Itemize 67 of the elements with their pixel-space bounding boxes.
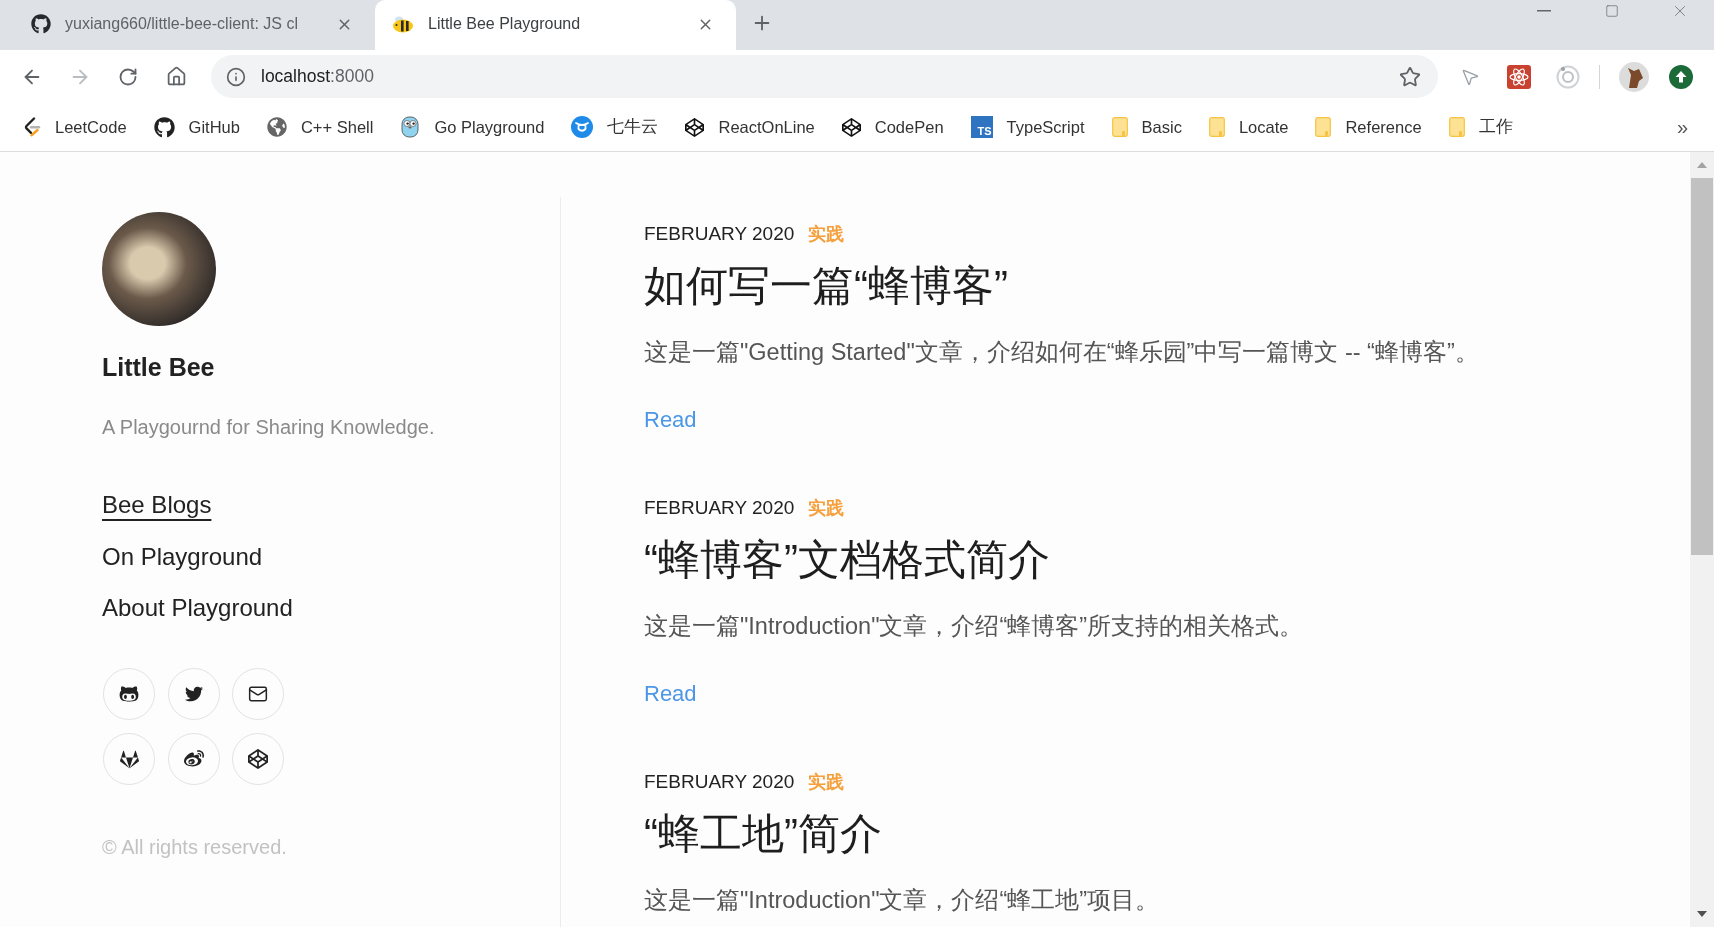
- post-date: FEBRUARY 2020: [644, 222, 795, 246]
- up-triangle-icon: [1697, 162, 1707, 168]
- url-text: localhost:8000: [261, 66, 374, 87]
- post-date: FEBRUARY 2020: [644, 496, 795, 520]
- gopher-icon: [400, 116, 421, 138]
- browser-tab[interactable]: yuxiang660/little-bee-client: JS cl: [14, 0, 375, 50]
- nav-link[interactable]: Bee Blogs: [102, 488, 212, 522]
- weibo-icon: [183, 749, 204, 769]
- bookmark[interactable]: Go Playground: [396, 116, 549, 138]
- home-icon: [165, 66, 187, 87]
- bookmark[interactable]: GitHub: [149, 116, 244, 138]
- nav-link[interactable]: On Playground: [102, 539, 263, 574]
- profile-avatar-icon: [1619, 61, 1649, 92]
- github-icon: [153, 116, 175, 138]
- post-summary: 这是一篇"Getting Started"文章，介绍如何在“蜂乐园”中写一篇博文 -- “蜂博客”。: [644, 338, 1479, 367]
- post-title: 如何写一篇“蜂博客”: [644, 261, 1008, 311]
- codepen-icon: [685, 117, 705, 137]
- post-category: 实践: [808, 771, 845, 794]
- bee-icon: [392, 15, 414, 33]
- copyright-text: © All rights reserved.: [102, 835, 287, 860]
- browser-tab[interactable]: Little Bee Playground: [375, 0, 736, 50]
- more-bookmarks-button[interactable]: »: [1672, 115, 1692, 139]
- globe-icon: [266, 117, 287, 137]
- leetcode-icon: [23, 117, 41, 137]
- folder-icon: [1208, 117, 1225, 137]
- minimize-icon: [1537, 10, 1551, 12]
- post-summary: 这是一篇"Introduction"文章，介绍“蜂博客”所支持的相关格式。: [644, 612, 1304, 641]
- maximize-icon: [1605, 4, 1619, 18]
- post-title: “蜂博客”文档格式简介: [644, 535, 1050, 585]
- twitter-icon: [184, 685, 203, 703]
- site-tagline: A Playgournd for Sharing Knowledge.: [102, 415, 435, 440]
- bookmark-folder[interactable]: Locate: [1204, 117, 1293, 137]
- codepen-icon: [248, 749, 268, 769]
- bookmark[interactable]: C++ Shell: [262, 117, 378, 137]
- atom-icon: [1507, 64, 1531, 89]
- bookmark-folder[interactable]: Reference: [1311, 117, 1426, 137]
- post-date: FEBRUARY 2020: [644, 770, 795, 794]
- github-icon: [119, 684, 139, 704]
- gitlab-icon: [119, 749, 139, 769]
- folder-icon: [1111, 117, 1128, 137]
- bookmark-folder[interactable]: 工作: [1444, 116, 1517, 138]
- folder-icon: [1315, 117, 1332, 137]
- ts-logo-icon: TS: [970, 116, 993, 138]
- scrollbar-thumb[interactable]: [1691, 178, 1713, 555]
- bookmark[interactable]: ReactOnLine: [681, 117, 819, 137]
- down-triangle-icon: [1697, 911, 1707, 917]
- nav-link[interactable]: About Playground: [102, 591, 293, 625]
- post-category: 实践: [808, 223, 845, 246]
- bookmark[interactable]: CodePen: [837, 117, 948, 137]
- bookmark[interactable]: 七牛云: [567, 116, 663, 138]
- post-summary: 这是一篇"Introduction"文章，介绍“蜂工地”项目。: [644, 886, 1160, 915]
- post-title: “蜂工地”简介: [644, 809, 882, 859]
- bookmark[interactable]: TS TypeScript: [966, 116, 1089, 138]
- info-icon: [226, 66, 246, 87]
- bookmark-folder[interactable]: Basic: [1107, 117, 1186, 137]
- folder-icon: [1448, 117, 1465, 137]
- star-icon: [1399, 65, 1421, 88]
- reload-icon: [118, 66, 138, 87]
- ring-icon: [1556, 64, 1580, 89]
- github-icon: [31, 14, 51, 34]
- bookmark[interactable]: LeetCode: [19, 117, 131, 137]
- post-category: 实践: [808, 497, 845, 520]
- codepen-icon: [841, 117, 861, 137]
- mail-icon: [248, 684, 268, 704]
- site-name: Little Bee: [102, 352, 215, 383]
- address-bar[interactable]: localhost:8000: [211, 55, 1438, 98]
- cow-logo-icon: [571, 116, 594, 138]
